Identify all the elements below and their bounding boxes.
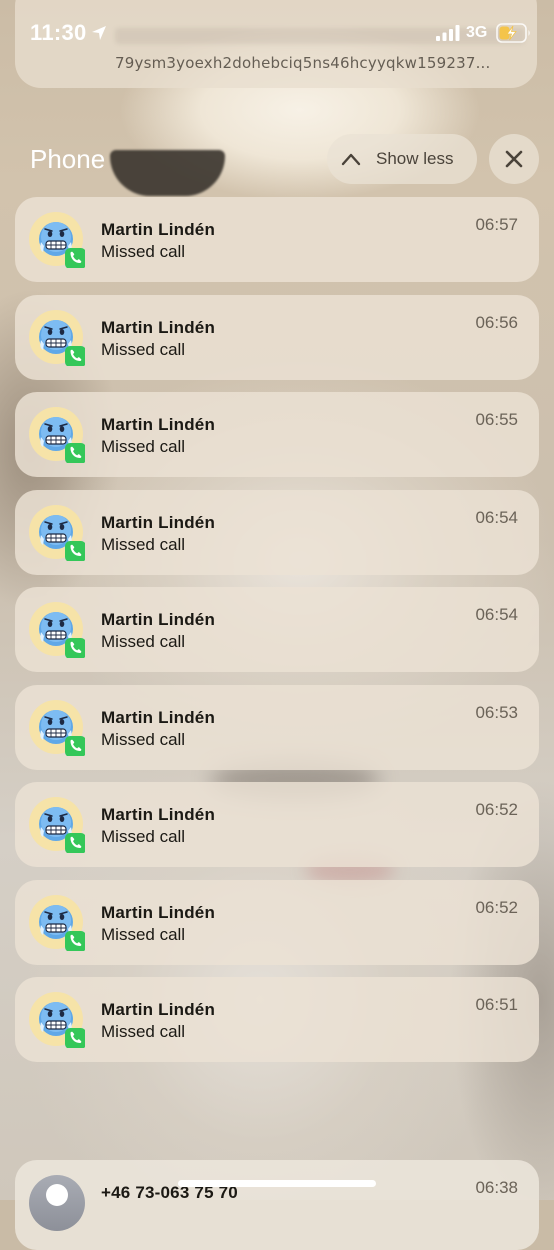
cold-face-emoji-icon	[29, 407, 85, 463]
notification-message: Missed call	[101, 242, 186, 261]
contact-name: Martin Lindén	[101, 610, 216, 629]
contact-placeholder-avatar	[29, 1175, 85, 1231]
notification-message: Missed call	[101, 1022, 186, 1041]
cold-face-emoji-icon	[29, 309, 85, 366]
cold-face-emoji-icon	[29, 602, 85, 658]
notification-card[interactable]: Martin Lindén Missed call 06:51	[15, 977, 539, 1062]
notification-message: Missed call	[101, 339, 186, 359]
notification-card[interactable]: Martin Lindén Missed call 06:52	[15, 782, 539, 867]
cellular-signal-icon	[436, 25, 460, 41]
cold-face-emoji-icon	[29, 894, 85, 951]
contact-name: Martin Lindén	[101, 220, 216, 239]
notification-card[interactable]: Martin Lindén Missed call 06:54	[15, 489, 539, 575]
show-less-label: Show less	[376, 149, 454, 168]
notification-time: 06:38	[475, 1178, 518, 1197]
contact-name: Martin Lindén	[101, 707, 216, 727]
chevron-up-icon	[341, 153, 361, 166]
notification-card[interactable]: Martin Lindén Missed call 06:53	[15, 684, 539, 770]
notification-card-unknown-caller[interactable]: +46 73-063 75 70 06:38	[15, 1160, 539, 1250]
notification-card[interactable]: Martin Lindén Missed call 06:57	[15, 197, 539, 282]
notification-message: Missed call	[101, 729, 186, 749]
notification-time: 06:52	[475, 800, 518, 819]
notification-group-title: Phone	[30, 144, 106, 174]
cold-face-emoji-icon	[29, 797, 85, 853]
status-bar: 11:30 3G	[0, 0, 554, 60]
notification-time: 06:54	[475, 507, 518, 527]
contact-name: Martin Lindén	[101, 805, 216, 824]
notification-card[interactable]: Martin Lindén Missed call 06:54	[15, 587, 539, 672]
cold-face-emoji-icon	[29, 212, 85, 268]
status-time: 11:30	[30, 20, 87, 45]
home-indicator[interactable]	[178, 1180, 376, 1187]
notification-time: 06:54	[475, 605, 518, 624]
notification-card[interactable]: Martin Lindén Missed call 06:55	[15, 392, 539, 477]
close-icon	[505, 150, 523, 168]
notification-time: 06:53	[475, 702, 518, 722]
notification-time: 06:55	[475, 410, 518, 429]
notification-time: 06:51	[475, 995, 518, 1014]
clear-group-button[interactable]	[489, 134, 539, 184]
cold-face-emoji-icon	[29, 699, 85, 756]
cold-face-emoji-icon	[29, 504, 85, 561]
cold-face-emoji-icon	[29, 992, 85, 1048]
location-arrow-icon	[92, 26, 106, 40]
notification-time: 06:57	[475, 215, 518, 234]
notification-message: Missed call	[101, 632, 186, 651]
notification-time: 06:52	[475, 897, 518, 917]
notification-time: 06:56	[475, 312, 518, 332]
notification-message: Missed call	[101, 437, 186, 456]
contact-name: Martin Lindén	[101, 415, 216, 434]
contact-name: Martin Lindén	[101, 317, 216, 337]
battery-charging-icon	[496, 23, 530, 43]
contact-name: Martin Lindén	[101, 1000, 216, 1019]
contact-name: Martin Lindén	[101, 902, 216, 922]
notification-message: Missed call	[101, 924, 186, 944]
contact-name: Martin Lindén	[101, 512, 216, 532]
notification-card[interactable]: Martin Lindén Missed call 06:52	[15, 879, 539, 965]
notification-message: Missed call	[101, 827, 186, 846]
show-less-button[interactable]: Show less	[327, 134, 477, 184]
notification-card[interactable]: Martin Lindén Missed call 06:56	[15, 294, 539, 380]
notification-message: Missed call	[101, 534, 186, 554]
network-type: 3G	[466, 24, 488, 41]
